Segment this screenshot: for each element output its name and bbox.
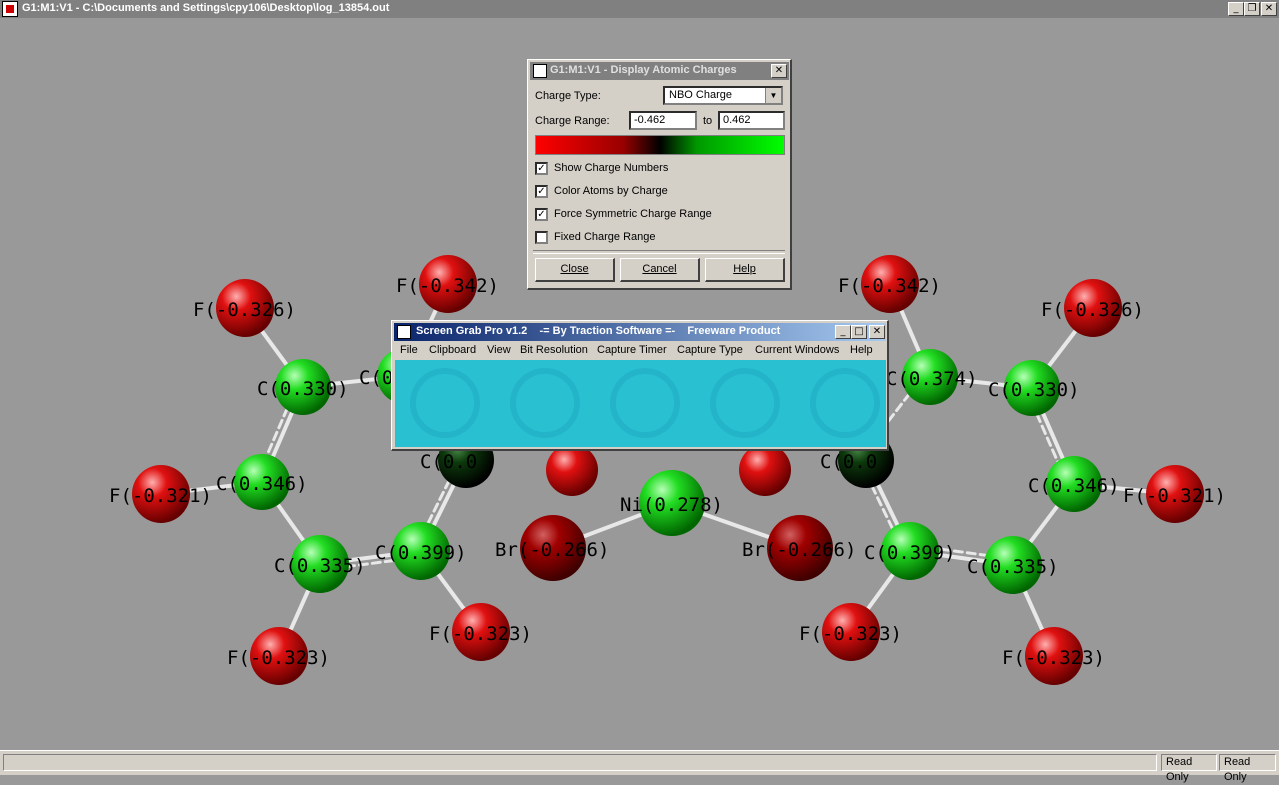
color-atoms-checkbox[interactable]: ✓	[535, 185, 548, 198]
atom-charge-label: C(0.335)	[274, 555, 366, 577]
atom-charge-label: F(-0.323)	[799, 623, 902, 645]
atom-charge-label: C(0.0	[820, 451, 877, 473]
grab-title-bar: Screen Grab Pro v1.2 -= By Traction Soft…	[394, 323, 886, 341]
status-read-only-2: Read Only	[1219, 754, 1276, 783]
menu-capture-type[interactable]: Capture Type	[677, 344, 743, 356]
status-bar: Read Only Read Only	[0, 750, 1279, 783]
atom-charge-label: F(-0.326)	[1041, 299, 1144, 321]
charge-type-label: Charge Type:	[535, 90, 601, 102]
grab-app-icon	[397, 325, 411, 339]
atom-charge-label: C(0.346)	[1028, 475, 1120, 497]
grab-close-button[interactable]: ✕	[869, 325, 885, 339]
main-title-bar: G1:M1:V1 - C:\Documents and Settings\cpy…	[0, 0, 1279, 18]
watermark-logo-icon	[510, 368, 580, 438]
chevron-down-icon[interactable]: ▼	[765, 88, 781, 103]
atom-charge-label: C(0.335)	[967, 556, 1059, 578]
atom-charge-label: Br(-0.266)	[495, 539, 609, 561]
grab-minimize-button[interactable]: _	[835, 325, 851, 339]
atom-charge-label: C(0.330)	[257, 378, 349, 400]
charge-range-label: Charge Range:	[535, 115, 610, 127]
atom-charge-label: F(-0.342)	[396, 275, 499, 297]
fixed-range-label[interactable]: Fixed Charge Range	[554, 231, 656, 243]
watermark-logo-icon	[810, 368, 880, 438]
atom-charge-label: F(-0.323)	[429, 623, 532, 645]
charge-type-value: NBO Charge	[669, 89, 732, 101]
fixed-range-checkbox[interactable]	[535, 231, 548, 244]
status-main-field	[3, 754, 1157, 771]
dialog-separator	[533, 250, 785, 254]
show-charge-numbers-label[interactable]: Show Charge Numbers	[554, 162, 668, 174]
watermark-logo-icon	[410, 368, 480, 438]
menu-clipboard[interactable]: Clipboard	[429, 344, 476, 356]
range-to-label: to	[703, 115, 713, 127]
grab-menu-bar: File Clipboard View Bit Resolution Captu…	[394, 342, 886, 360]
menu-view[interactable]: View	[487, 344, 511, 356]
watermark-logo-icon	[710, 368, 780, 438]
atom-charge-label: F(-0.321)	[109, 485, 212, 507]
grab-title: Screen Grab Pro v1.2 -= By Traction Soft…	[416, 325, 781, 337]
atomic-charges-dialog: G1:M1:V1 - Display Atomic Charges ✕ Char…	[527, 59, 792, 290]
dialog-icon	[533, 64, 547, 78]
close-dialog-button[interactable]: Close	[535, 258, 615, 282]
range-min-input[interactable]: -0.462	[629, 111, 697, 130]
window-title: G1:M1:V1 - C:\Documents and Settings\cpy…	[22, 2, 390, 14]
help-button[interactable]: Help	[705, 258, 785, 282]
atom-charge-label: C(0.330)	[988, 379, 1080, 401]
color-atoms-label[interactable]: Color Atoms by Charge	[554, 185, 668, 197]
restore-button[interactable]: ❐	[1244, 2, 1260, 16]
screen-grab-window: Screen Grab Pro v1.2 -= By Traction Soft…	[391, 320, 889, 451]
atom-charge-label: C(0.346)	[216, 473, 308, 495]
charge-color-scale	[535, 135, 785, 155]
atom-charge-label: Ni(0.278)	[620, 494, 723, 516]
atom-charge-label: F(-0.323)	[227, 647, 330, 669]
minimize-button[interactable]: _	[1228, 2, 1244, 16]
atom[interactable]	[546, 444, 598, 496]
atom-charge-label: C(0.399)	[375, 542, 467, 564]
close-button[interactable]: ✕	[1261, 2, 1277, 16]
atom-charge-label: F(-0.342)	[838, 275, 941, 297]
charge-type-select[interactable]: NBO Charge ▼	[663, 86, 783, 105]
force-symmetric-checkbox[interactable]: ✓	[535, 208, 548, 221]
menu-bit-resolution[interactable]: Bit Resolution	[520, 344, 588, 356]
menu-help[interactable]: Help	[850, 344, 873, 356]
show-charge-numbers-checkbox[interactable]: ✓	[535, 162, 548, 175]
atom-charge-label: C(0.374)	[886, 368, 978, 390]
atom-charge-label: F(-0.321)	[1123, 485, 1226, 507]
menu-current-windows[interactable]: Current Windows	[755, 344, 839, 356]
atom-charge-label: Br(-0.266)	[742, 539, 856, 561]
atom-charge-label: C(0.0	[420, 451, 477, 473]
dialog-close-icon[interactable]: ✕	[771, 64, 787, 78]
status-read-only-1: Read Only	[1161, 754, 1217, 783]
menu-capture-timer[interactable]: Capture Timer	[597, 344, 667, 356]
range-max-input[interactable]: 0.462	[718, 111, 785, 130]
dialog-title: G1:M1:V1 - Display Atomic Charges	[550, 64, 737, 76]
atom[interactable]	[739, 444, 791, 496]
app-icon[interactable]	[2, 1, 18, 17]
atom-charge-label: C(0.399)	[864, 542, 956, 564]
force-symmetric-label[interactable]: Force Symmetric Charge Range	[554, 208, 712, 220]
menu-file[interactable]: File	[400, 344, 418, 356]
atom-charge-label: F(-0.326)	[193, 299, 296, 321]
grab-preview-area	[395, 360, 886, 447]
watermark-logo-icon	[610, 368, 680, 438]
atom-charge-label: F(-0.323)	[1002, 647, 1105, 669]
cancel-button[interactable]: Cancel	[620, 258, 700, 282]
grab-maximize-button[interactable]: □	[851, 325, 867, 339]
dialog-title-bar: G1:M1:V1 - Display Atomic Charges ✕	[530, 62, 789, 80]
